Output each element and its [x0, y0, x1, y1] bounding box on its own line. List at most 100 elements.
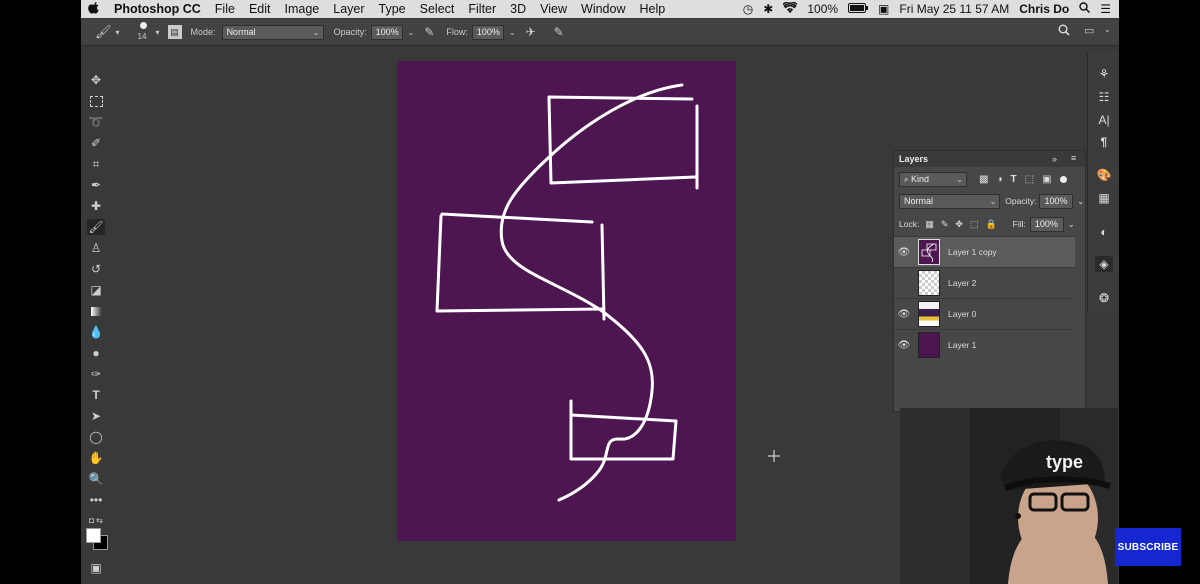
path-selection-tool-icon[interactable]: ➤: [87, 408, 105, 424]
zoom-tool-icon[interactable]: 🔍: [87, 471, 105, 487]
marquee-tool-icon[interactable]: [87, 93, 105, 109]
ellipse-tool-icon[interactable]: ◯: [87, 429, 105, 445]
gradient-tool-icon[interactable]: [87, 303, 105, 319]
brush-tool-icon[interactable]: 🖌: [95, 24, 112, 40]
opacity-field[interactable]: 100%: [370, 24, 403, 40]
spotlight-icon[interactable]: [1079, 2, 1091, 16]
move-tool-icon[interactable]: ✥: [87, 72, 105, 88]
flow-chevron-icon[interactable]: ⌄: [509, 28, 516, 37]
crop-tool-icon[interactable]: ⌗: [87, 156, 105, 172]
menu-window[interactable]: Window: [574, 2, 632, 16]
menu-user[interactable]: Chris Do: [1019, 2, 1069, 16]
foreground-color-swatch[interactable]: [86, 528, 101, 543]
workspace-icon[interactable]: ▭: [1084, 24, 1094, 37]
dodge-tool-icon[interactable]: ●: [87, 345, 105, 361]
paragraph-panel-icon[interactable]: ¶: [1095, 134, 1113, 150]
type-tool-icon[interactable]: T: [87, 387, 105, 403]
layer-opacity-field[interactable]: 100%: [1039, 193, 1074, 209]
menu-edit[interactable]: Edit: [242, 2, 278, 16]
layers-panel-icon[interactable]: ◈: [1095, 256, 1113, 272]
opacity-chevron-icon[interactable]: ⌄: [408, 28, 415, 37]
opacity-chevron-icon[interactable]: ⌄: [1077, 197, 1084, 206]
brush-preset-picker[interactable]: 14: [134, 21, 154, 43]
swatches-panel-icon[interactable]: ▦: [1095, 190, 1113, 206]
menu-layer[interactable]: Layer: [326, 2, 371, 16]
bluetooth-icon[interactable]: ✱: [763, 2, 773, 16]
brush-panel-toggle-icon[interactable]: ▤: [167, 25, 182, 39]
history-brush-tool-icon[interactable]: ↺: [87, 261, 105, 277]
apple-icon[interactable]: [81, 1, 107, 17]
fill-field[interactable]: 100%: [1029, 216, 1064, 232]
filter-toggle-icon[interactable]: [1059, 175, 1067, 183]
eraser-tool-icon[interactable]: ◪: [87, 282, 105, 298]
swap-colors-icon[interactable]: ◘ ⇆: [87, 512, 105, 528]
menu-help[interactable]: Help: [633, 2, 673, 16]
blur-tool-icon[interactable]: 💧: [87, 324, 105, 340]
display-icon[interactable]: ▣: [878, 2, 889, 16]
lock-position-icon[interactable]: ✥: [955, 219, 963, 230]
brush-tool-icon[interactable]: 🖌: [87, 219, 105, 235]
more-tools-icon[interactable]: •••: [87, 492, 105, 508]
filter-smart-object-icon[interactable]: ▣: [1042, 174, 1051, 185]
lock-artboard-icon[interactable]: ⬚: [970, 219, 979, 230]
lock-all-icon[interactable]: 🔒: [985, 219, 996, 230]
layer-row[interactable]: Layer 2: [894, 267, 1075, 298]
lock-pixels-icon[interactable]: ✎: [941, 219, 949, 230]
filter-adjustment-icon[interactable]: ◑: [996, 174, 1002, 185]
flow-field[interactable]: 100%: [471, 24, 504, 40]
menu-type[interactable]: Type: [372, 2, 413, 16]
battery-percent[interactable]: 100%: [807, 2, 838, 16]
character-panel-icon[interactable]: A|: [1095, 112, 1113, 128]
menu-3d[interactable]: 3D: [503, 2, 533, 16]
pressure-opacity-icon[interactable]: ✎: [424, 25, 434, 39]
menu-datetime[interactable]: Fri May 25 11 57 AM: [899, 2, 1009, 16]
blend-mode-select[interactable]: Normal ⌄: [899, 193, 1001, 209]
quick-selection-tool-icon[interactable]: ✐: [87, 135, 105, 151]
pressure-size-icon[interactable]: ✎: [554, 25, 564, 39]
filter-pixel-icon[interactable]: ▩: [979, 174, 988, 185]
eyedropper-tool-icon[interactable]: ✒: [87, 177, 105, 193]
filter-shape-icon[interactable]: ⬚: [1025, 174, 1034, 185]
menu-view[interactable]: View: [533, 2, 574, 16]
layer-row[interactable]: 👁 Layer 0: [894, 298, 1075, 329]
brush-picker-chevron-icon[interactable]: ▾: [156, 28, 160, 37]
lasso-tool-icon[interactable]: ➰: [87, 114, 105, 130]
time-machine-icon[interactable]: ◷: [743, 2, 753, 16]
healing-brush-tool-icon[interactable]: ✚: [87, 198, 105, 214]
clone-stamp-tool-icon[interactable]: ♙: [87, 240, 105, 256]
collapse-panel-icon[interactable]: »: [1052, 154, 1057, 164]
workspace-chevron-icon[interactable]: ⌄: [1104, 25, 1111, 34]
layer-row[interactable]: 👁 Layer 1: [894, 329, 1075, 360]
pen-tool-icon[interactable]: ✑: [87, 366, 105, 382]
lock-transparency-icon[interactable]: ▦: [925, 219, 934, 230]
search-icon[interactable]: [1058, 24, 1070, 38]
brush-settings-icon[interactable]: ⚘: [1095, 66, 1113, 82]
fill-chevron-icon[interactable]: ⌄: [1068, 220, 1075, 229]
mode-select[interactable]: Normal ⌄: [221, 24, 324, 40]
document-canvas[interactable]: [397, 61, 736, 541]
filter-type-icon[interactable]: T: [1011, 174, 1017, 185]
channels-panel-icon[interactable]: ❂: [1095, 290, 1113, 306]
hand-tool-icon[interactable]: ✋: [87, 450, 105, 466]
menu-app-name[interactable]: Photoshop CC: [107, 2, 208, 16]
visibility-eye-icon[interactable]: 👁: [894, 309, 914, 320]
adjustments-panel-icon[interactable]: ◐: [1095, 224, 1113, 240]
menu-filter[interactable]: Filter: [461, 2, 503, 16]
layers-tab[interactable]: Layers: [894, 154, 933, 164]
battery-icon[interactable]: [848, 2, 869, 16]
layer-row[interactable]: 👁 Layer 1 copy: [894, 236, 1075, 267]
visibility-eye-icon[interactable]: 👁: [894, 340, 914, 351]
color-panel-icon[interactable]: 🎨: [1095, 167, 1113, 183]
airbrush-icon[interactable]: ✈: [526, 25, 536, 39]
notification-center-icon[interactable]: ☰: [1100, 2, 1111, 16]
color-swatches[interactable]: [86, 528, 110, 552]
adjustments-sliders-icon[interactable]: ☷: [1095, 89, 1113, 105]
visibility-eye-icon[interactable]: 👁: [894, 247, 914, 258]
panel-menu-icon[interactable]: ≡: [1071, 153, 1076, 163]
menu-file[interactable]: File: [208, 2, 242, 16]
quick-mask-icon[interactable]: ▣: [87, 560, 105, 576]
tool-preset-chevron-icon[interactable]: ▾: [116, 28, 120, 37]
menu-image[interactable]: Image: [278, 2, 327, 16]
filter-kind-select[interactable]: ⌕ Kind ⌄: [899, 171, 967, 187]
wifi-icon[interactable]: [782, 0, 798, 16]
